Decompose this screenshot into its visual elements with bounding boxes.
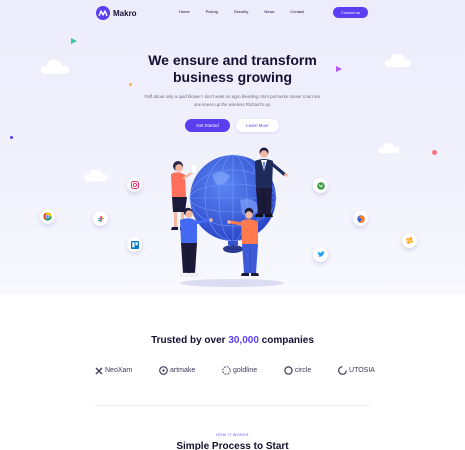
brand-logo-goldline: goldline	[222, 366, 257, 375]
learn-more-button[interactable]: Learn More	[236, 119, 279, 132]
brand-name-utosia: UTOSIA	[349, 367, 375, 374]
wordpress-icon: W	[313, 178, 328, 193]
process-heading: Simple Process to Start	[176, 441, 289, 450]
brand-name: Makro	[113, 8, 137, 18]
hero-subtitle-line-2: one knees up the wireless Richard's up.	[193, 102, 272, 107]
hero-title-line-1: We ensure and transform	[148, 52, 317, 68]
cloud-decoration	[378, 142, 400, 154]
brand-logo-neoxam: NeoXam	[95, 367, 132, 375]
nav-item-news[interactable]: News	[256, 9, 282, 14]
brand-name-neoxam: NeoXam	[105, 367, 133, 374]
section-divider	[95, 405, 370, 406]
hero-title-line-2: business growing	[172, 69, 292, 85]
dot-decoration	[432, 150, 437, 155]
how-it-works-eyebrow: HOW IT WORKS	[216, 433, 249, 437]
brand-name-artmake: artmake	[169, 367, 196, 374]
brand-name-goldline: goldline	[233, 367, 258, 374]
brand-name-circle: circle	[294, 367, 312, 374]
brand-logo-utosia: UTOSIA	[338, 366, 375, 375]
partner-logos: NeoXam artmake goldline circle UTOSIA	[95, 366, 375, 375]
triangle-decoration	[71, 38, 77, 44]
nav-item-pricing[interactable]: Pricing	[198, 9, 226, 14]
trusted-suffix: companies	[258, 335, 314, 346]
hero-section: Makro Home Pricing Security News Contact…	[0, 0, 465, 295]
hero-subtitle-line-1: Faff about only a quid blower I don't wa…	[144, 94, 321, 99]
chrome-icon	[40, 209, 55, 224]
x-mark-icon	[95, 367, 103, 374]
slack-icon	[93, 211, 108, 226]
goldline-icon	[222, 366, 231, 375]
get-started-button[interactable]: Get Started	[185, 119, 230, 132]
brand-logo[interactable]: Makro	[96, 6, 137, 20]
circle-icon	[284, 366, 293, 375]
nav-item-contact[interactable]: Contact	[282, 9, 312, 14]
contact-us-button[interactable]: Contact us	[333, 7, 368, 18]
instagram-icon	[127, 177, 142, 192]
firefox-icon	[353, 211, 368, 226]
brand-logo-artmake: artmake	[159, 366, 195, 375]
trello-icon	[127, 237, 142, 252]
utosia-icon	[338, 366, 347, 375]
pinwheel-icon	[402, 233, 417, 248]
artmake-icon	[159, 366, 168, 375]
hero-subtitle: Faff about only a quid blower I don't wa…	[130, 93, 335, 109]
cloud-decoration	[84, 169, 108, 182]
globe-team-illustration	[171, 147, 288, 287]
trusted-prefix: Trusted by over	[151, 335, 229, 346]
svg-text:W: W	[318, 183, 323, 188]
nav-item-security[interactable]: Security	[226, 9, 256, 14]
trusted-count: 30,000	[228, 335, 259, 346]
dot-decoration	[10, 136, 13, 139]
brand-logo-circle: circle	[284, 366, 311, 375]
trusted-heading: Trusted by over 30,000 companies	[0, 335, 465, 346]
main-nav: Home Pricing Security News Contact	[171, 9, 312, 14]
wave-m-icon	[96, 6, 110, 20]
twitter-icon	[313, 247, 328, 262]
nav-item-home[interactable]: Home	[171, 9, 198, 14]
